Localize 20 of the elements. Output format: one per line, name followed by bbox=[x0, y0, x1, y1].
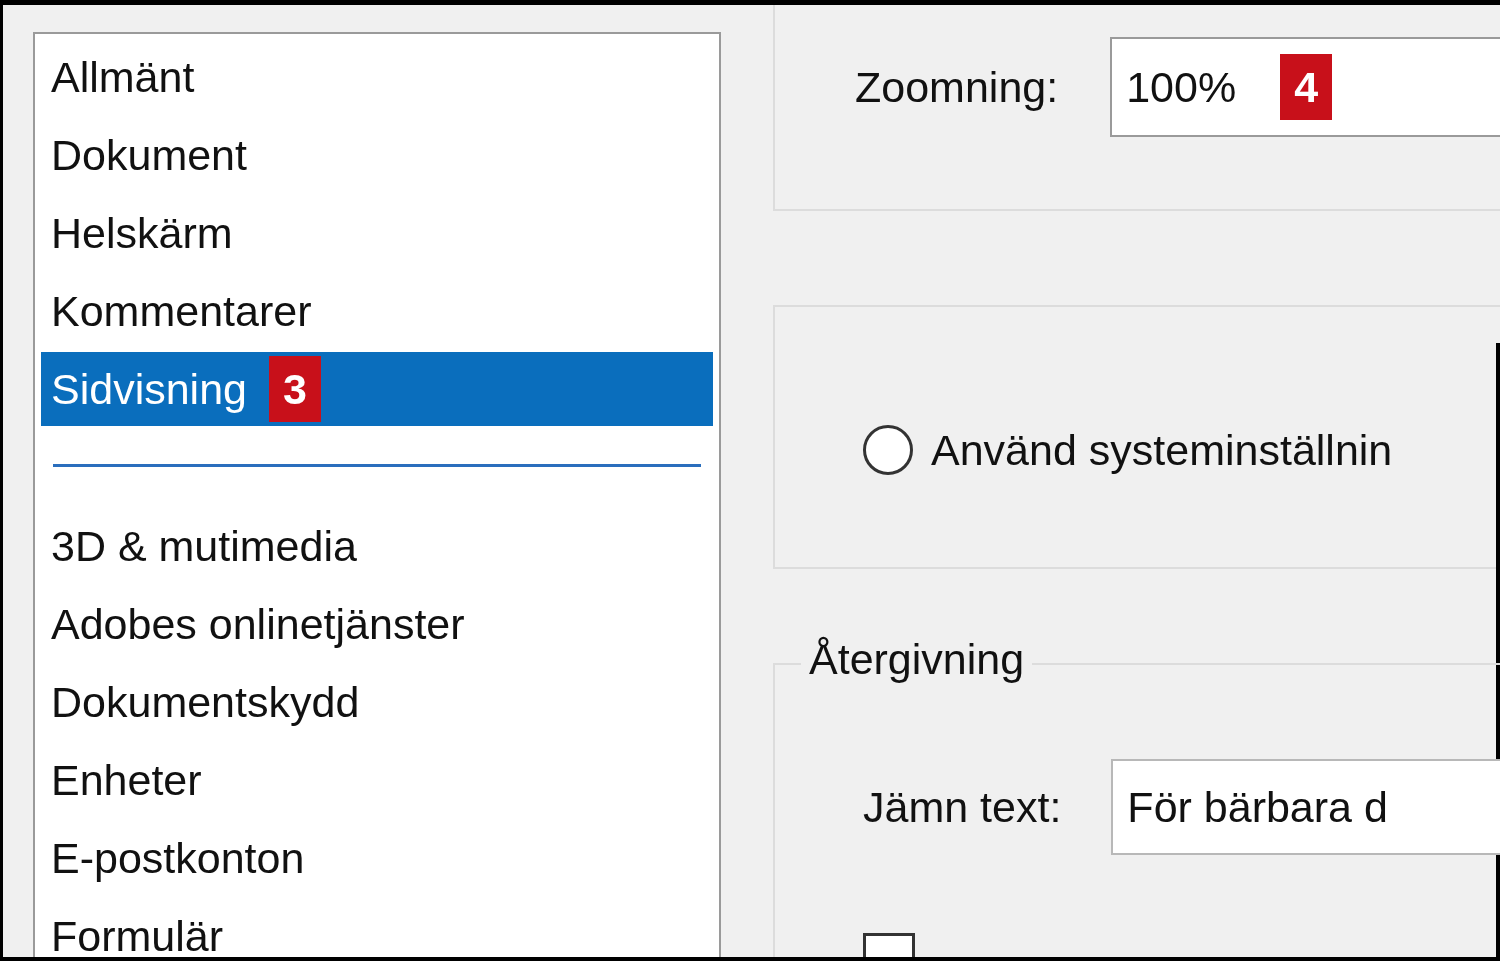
zoom-label: Zoomning: bbox=[855, 62, 1059, 112]
category-item[interactable]: Sidvisning 3 bbox=[41, 352, 713, 426]
zoom-field[interactable]: 100% 4 bbox=[1110, 37, 1500, 137]
category-item[interactable]: Dokumentskydd bbox=[41, 663, 713, 741]
smooth-text-label: Jämn text: bbox=[863, 782, 1062, 832]
category-item[interactable]: Allmänt bbox=[41, 38, 713, 116]
category-item[interactable]: E-postkonton bbox=[41, 819, 713, 897]
category-item[interactable]: Dokument bbox=[41, 116, 713, 194]
number-badge: 4 bbox=[1280, 54, 1333, 120]
category-item[interactable]: Enheter bbox=[41, 741, 713, 819]
category-item[interactable]: 3D & mutimedia bbox=[41, 507, 713, 585]
category-item[interactable]: Adobes onlinetjänster bbox=[41, 585, 713, 663]
group-title: Återgivning bbox=[801, 635, 1033, 684]
smooth-text-dropdown[interactable]: För bärbara d bbox=[1111, 759, 1500, 855]
number-badge: 3 bbox=[269, 356, 321, 422]
radio-label: Använd systeminställnin bbox=[931, 425, 1393, 475]
category-item[interactable]: Kommentarer bbox=[41, 272, 713, 350]
radio-button[interactable] bbox=[863, 425, 913, 475]
category-item[interactable]: Helskärm bbox=[41, 194, 713, 272]
category-item[interactable]: Formulär bbox=[41, 897, 713, 957]
